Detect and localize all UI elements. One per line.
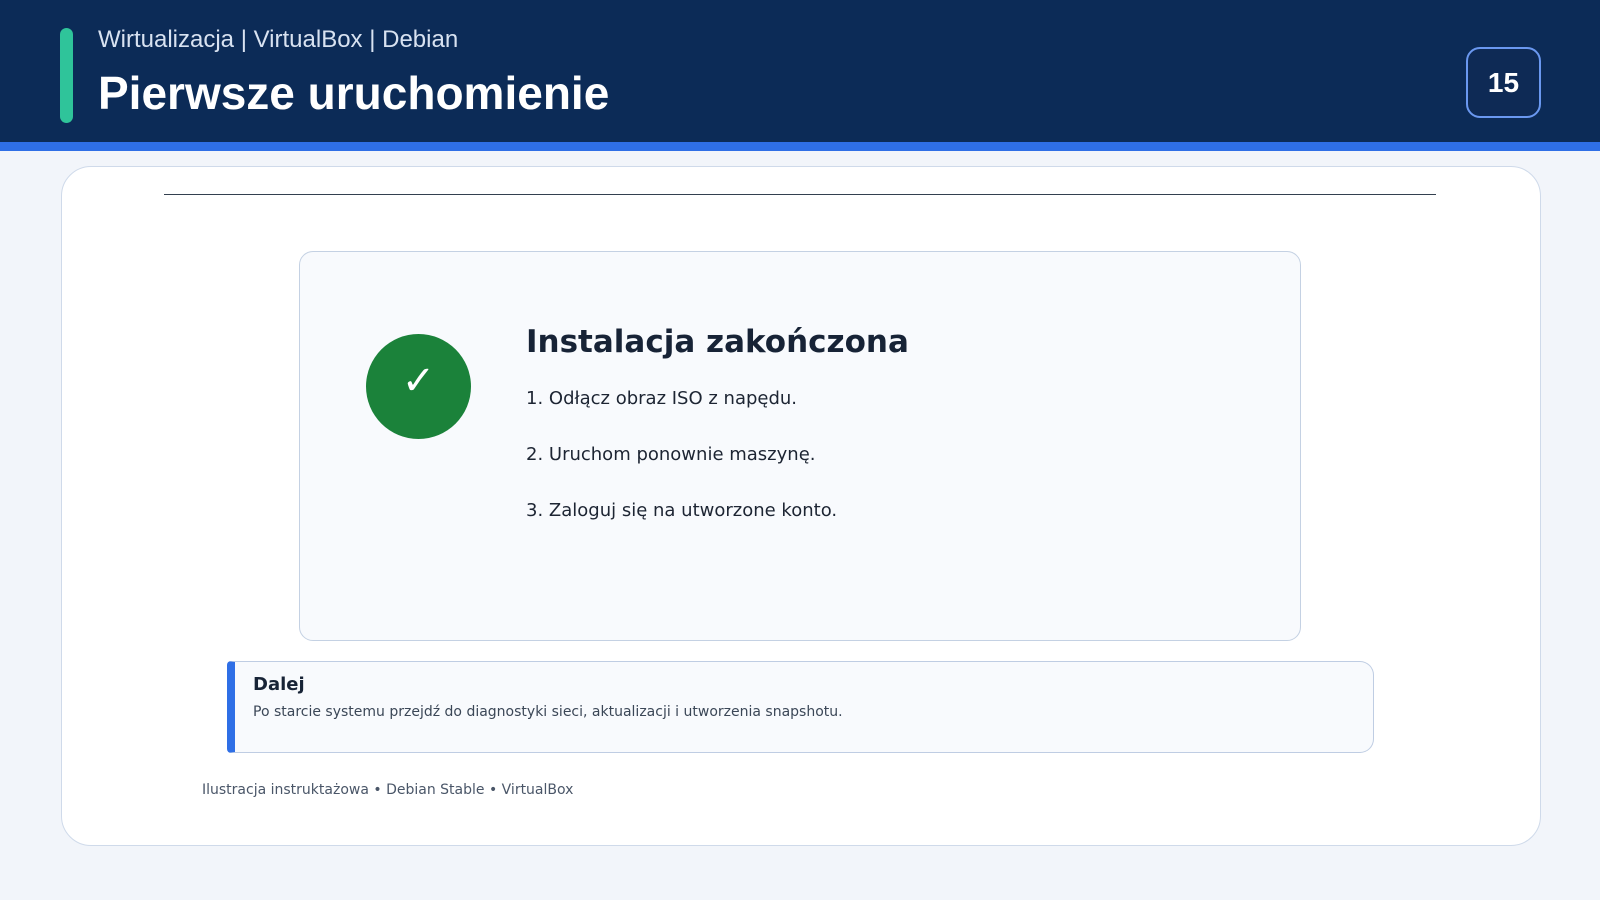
steps-list: 1. Odłącz obraz ISO z napędu. 2. Uruchom… bbox=[526, 386, 837, 554]
step-item: 3. Zaloguj się na utworzone konto. bbox=[526, 500, 838, 521]
step-item: 1. Odłącz obraz ISO z napędu. bbox=[526, 388, 798, 409]
panel-title: Instalacja zakończona bbox=[526, 324, 909, 360]
header-underline bbox=[0, 142, 1600, 151]
divider bbox=[164, 194, 1436, 195]
step-item: 2. Uruchom ponownie maszynę. bbox=[526, 444, 816, 465]
checkmark-icon: ✓ bbox=[366, 334, 471, 439]
page-number-badge: 15 bbox=[1466, 47, 1541, 118]
footer-caption: Ilustracja instruktażowa • Debian Stable… bbox=[202, 782, 574, 798]
note-title: Dalej bbox=[253, 674, 305, 695]
note-text: Po starcie systemu przejdź do diagnostyk… bbox=[253, 704, 843, 720]
breadcrumb: Wirtualizacja | VirtualBox | Debian bbox=[98, 26, 459, 53]
page-title: Pierwsze uruchomienie bbox=[98, 67, 610, 119]
accent-bar bbox=[60, 28, 73, 123]
